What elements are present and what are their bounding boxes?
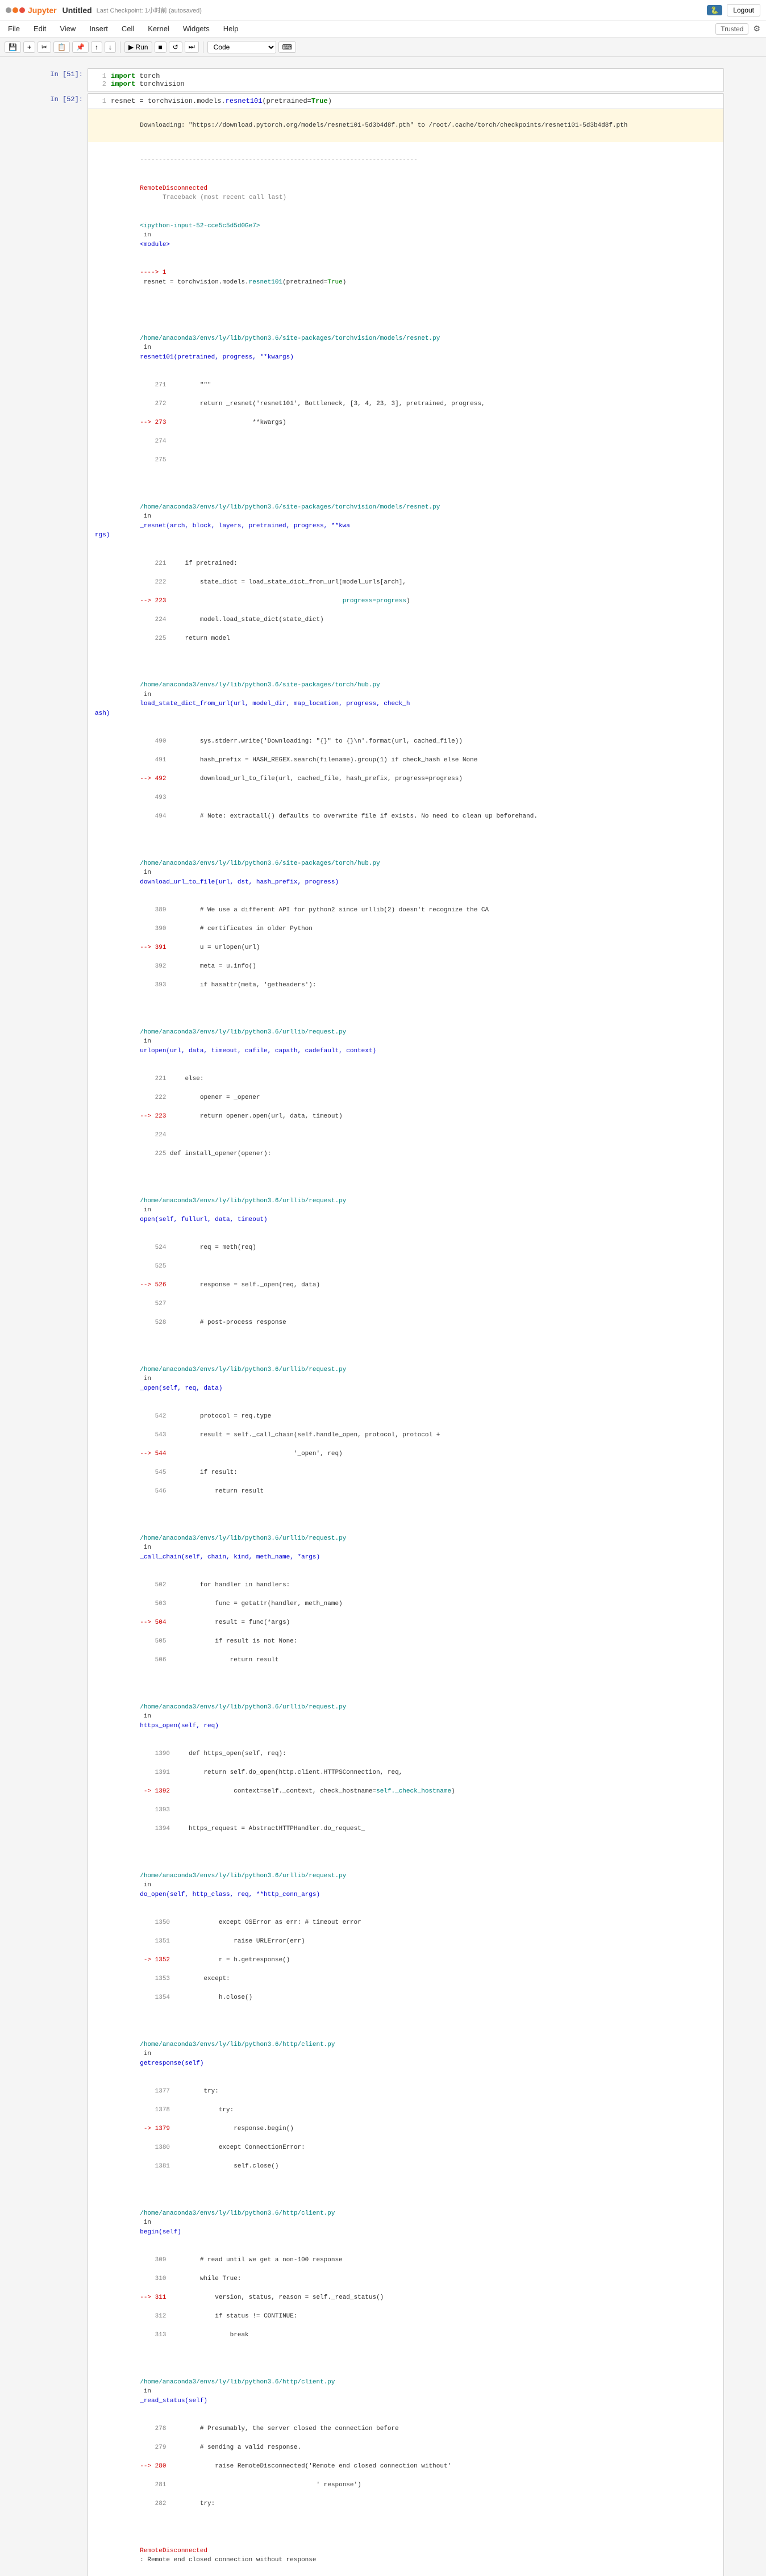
menu-widgets[interactable]: Widgets [181,23,212,34]
paste-button[interactable]: 📌 [72,41,89,53]
line-1: 1 resnet = torchvision.models.resnet101(… [93,97,719,105]
add-cell-button[interactable]: + [23,41,35,53]
menu-insert[interactable]: Insert [87,23,110,34]
menu-file[interactable]: File [6,23,22,34]
keyboard-button[interactable]: ⌨ [278,41,296,53]
circle-gray [6,7,11,13]
top-bar-right: 🐍 Logout [707,4,760,16]
copy-button[interactable]: 📋 [53,41,70,53]
python-icon: 🐍 [710,6,719,14]
menu-view[interactable]: View [57,23,78,34]
restart-button[interactable]: ↺ [169,41,182,53]
line-2: 2 import torchvision [93,80,719,88]
cell-52: In [52]: 1 resnet = torchvision.models.r… [42,93,724,2576]
menu-bar-right: Trusted ⚙ [715,23,760,35]
circle-red [19,7,25,13]
gear-icon[interactable]: ⚙ [753,24,760,34]
downloading-line: Downloading: "https://download.pytorch.o… [88,109,723,142]
cut-button[interactable]: ✂ [38,41,51,53]
restart-run-button[interactable]: ⏭ [185,41,199,53]
jupyter-brand: Jupyter [28,6,57,15]
cell-51-content: 1 import torch 2 import torchvision [88,68,724,92]
menu-help[interactable]: Help [221,23,241,34]
cell-52-prompt: In [52]: [42,93,88,2576]
checkpoint-info: Last Checkpoint: 1小时前 (autosaved) [97,6,202,15]
run-button[interactable]: ▶ Run [124,41,152,53]
top-bar: Jupyter Untitled Last Checkpoint: 1小时前 (… [0,0,766,20]
jupyter-circles [6,7,25,13]
cell-51: In [51]: 1 import torch 2 import torchvi… [42,68,724,92]
cell-52-input: 1 resnet = torchvision.models.resnet101(… [88,94,723,109]
stop-button[interactable]: ■ [155,41,166,53]
menu-kernel[interactable]: Kernel [145,23,172,34]
move-down-button[interactable]: ↓ [105,41,116,53]
jupyter-logo: Jupyter [6,6,57,15]
circle-orange [13,7,18,13]
line-1: 1 import torch [93,72,719,80]
trusted-badge: Trusted [715,23,748,35]
cell-51-prompt: In [51]: [42,68,88,92]
menu-cell[interactable]: Cell [119,23,136,34]
traceback-output: ----------------------------------------… [88,142,723,2576]
python-badge: 🐍 [707,5,722,15]
menu-edit[interactable]: Edit [31,23,48,34]
menu-bar: File Edit View Insert Cell Kernel Widget… [0,20,766,37]
main-content: In [51]: 1 import torch 2 import torchvi… [0,57,766,2576]
save-button[interactable]: 💾 [5,41,21,53]
cell-52-content: 1 resnet = torchvision.models.resnet101(… [88,93,724,2576]
logout-button[interactable]: Logout [727,4,760,16]
cell-type-select[interactable]: Code Markdown Raw NBConvert [207,41,276,53]
toolbar: 💾 + ✂ 📋 📌 ↑ ↓ ▶ Run ■ ↺ ⏭ Code Markdown … [0,37,766,57]
cell-52-output: Downloading: "https://download.pytorch.o… [88,109,723,2576]
move-up-button[interactable]: ↑ [91,41,102,53]
notebook-title: Untitled [63,6,92,15]
cell-51-input: 1 import torch 2 import torchvision [88,69,723,91]
notebook-container: In [51]: 1 import torch 2 import torchvi… [42,68,724,2576]
